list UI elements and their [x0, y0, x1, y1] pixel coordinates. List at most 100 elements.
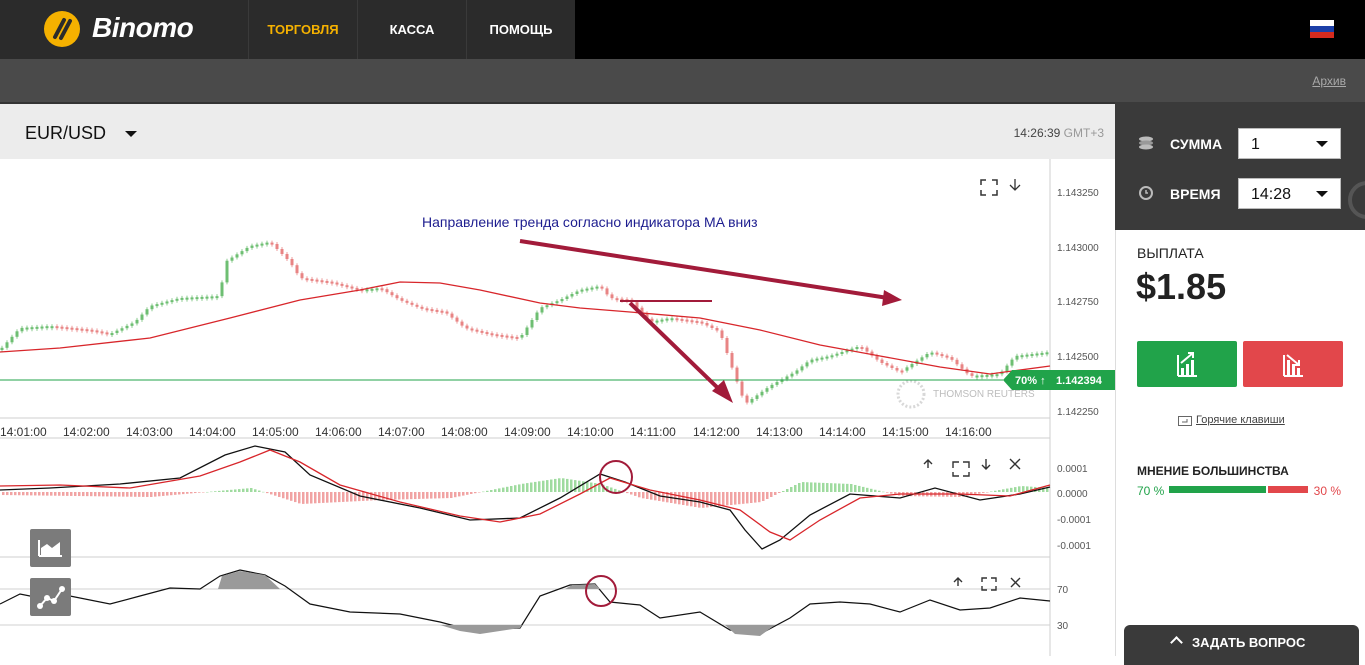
macd-bar — [470, 492, 473, 494]
macd-bar — [26, 492, 29, 496]
macd-bar — [638, 492, 641, 498]
amount-value: 1 — [1251, 136, 1260, 153]
macd-bar — [510, 486, 513, 492]
indicators-button[interactable] — [30, 578, 71, 616]
macd-bar — [822, 482, 825, 492]
macd-bar — [546, 480, 549, 492]
macd-bar — [78, 492, 81, 497]
close-icon[interactable] — [1010, 577, 1021, 588]
macd-bar — [222, 490, 225, 492]
time-tick: 14:06:00 — [315, 425, 362, 439]
nav-cashier[interactable]: КАССА — [357, 0, 466, 59]
time-tick: 14:15:00 — [882, 425, 929, 439]
expiry-time-select[interactable]: 14:28 — [1238, 178, 1341, 209]
macd-bar — [342, 492, 345, 502]
asset-pair-select[interactable]: EUR/USD — [25, 123, 106, 144]
chevron-down-icon[interactable] — [125, 131, 137, 137]
logo[interactable]: Binomo — [0, 0, 248, 59]
payout-label: ВЫПЛАТА — [1137, 245, 1204, 261]
price-chart[interactable]: 1.143250 1.143000 1.142750 1.142500 1.14… — [0, 159, 1115, 656]
macd-bar — [122, 492, 125, 497]
macd-bar — [226, 490, 229, 492]
macd-bar — [598, 483, 601, 492]
majority-up-bar — [1169, 486, 1266, 493]
russia-flag-icon[interactable] — [1310, 20, 1334, 38]
time-tick: 14:11:00 — [630, 425, 676, 439]
time-tick: 14:12:00 — [693, 425, 740, 439]
macd-bar — [454, 492, 457, 498]
macd-bar — [422, 492, 425, 499]
macd-bar — [402, 492, 405, 500]
fullscreen-icon[interactable] — [981, 577, 997, 591]
macd-bar — [442, 492, 445, 499]
macd-bar — [406, 492, 409, 500]
macd-bar — [190, 492, 193, 494]
macd-bar — [750, 492, 753, 503]
macd-bar — [806, 482, 809, 492]
trade-panel: ВЫПЛАТА $1.85 Горячие клавиши МНЕНИЕ БОЛ… — [1115, 230, 1365, 656]
arrow-up-icon[interactable] — [953, 577, 963, 586]
ask-question-button[interactable]: ЗАДАТЬ ВОПРОС — [1124, 625, 1359, 665]
arrow-up-icon[interactable] — [923, 459, 933, 468]
keyboard-icon — [1178, 416, 1192, 426]
macd-bar — [982, 492, 985, 493]
arrow-down-icon[interactable] — [1009, 179, 1021, 191]
macd-bar — [450, 492, 453, 498]
macd-bar — [1014, 487, 1017, 492]
amount-select[interactable]: 1 — [1238, 128, 1341, 159]
time-tick: 14:09:00 — [504, 425, 551, 439]
clock-time: 14:26:39 — [1013, 126, 1061, 140]
majority-down-bar — [1268, 486, 1308, 493]
macd-bar — [394, 492, 397, 500]
close-icon[interactable] — [1009, 458, 1021, 470]
macd-bar — [162, 492, 165, 496]
logo-icon — [44, 11, 80, 47]
macd-bar — [314, 492, 317, 504]
macd-bar — [498, 488, 501, 492]
macd-bar — [526, 483, 529, 492]
macd-bar — [110, 492, 113, 497]
macd-bar — [202, 492, 205, 493]
macd-bar — [566, 478, 569, 492]
macd-bar — [766, 492, 769, 499]
macd-bar — [874, 489, 877, 492]
top-bar: Binomo ТОРГОВЛЯ КАССА ПОМОЩЬ — [0, 0, 1365, 59]
arrow-down-icon[interactable] — [981, 459, 991, 470]
time-label: ВРЕМЯ — [1170, 186, 1221, 202]
server-clock: 14:26:39 GMT+3 — [1014, 126, 1104, 140]
macd-bar — [558, 478, 561, 492]
fullscreen-icon[interactable] — [952, 461, 970, 477]
fullscreen-icon[interactable] — [980, 179, 998, 196]
put-down-button[interactable] — [1243, 341, 1343, 387]
macd-bar — [170, 492, 173, 496]
macd-bar — [762, 492, 765, 501]
nav-help[interactable]: ПОМОЩЬ — [466, 0, 575, 59]
macd-bar — [398, 492, 401, 500]
macd-bar — [870, 488, 873, 492]
macd-bar — [814, 482, 817, 492]
nav-trading[interactable]: ТОРГОВЛЯ — [248, 0, 357, 59]
macd-bar — [438, 492, 441, 499]
macd-bar — [722, 492, 725, 506]
call-up-button[interactable] — [1137, 341, 1237, 387]
macd-bar — [254, 489, 257, 492]
macd-bar — [534, 481, 537, 492]
macd-bar — [230, 489, 233, 492]
macd-bar — [798, 483, 801, 492]
time-tick: 14:07:00 — [378, 425, 425, 439]
macd-bar — [62, 492, 65, 496]
macd-bar — [94, 492, 97, 497]
macd-bar — [502, 487, 505, 492]
chart-type-button[interactable] — [30, 529, 71, 567]
macd-bar — [862, 486, 865, 492]
macd-bar — [350, 492, 353, 502]
macd-bar — [802, 482, 805, 492]
macd-bar — [182, 492, 185, 495]
macd-bar — [158, 492, 161, 497]
macd-bar — [818, 482, 821, 492]
archive-link[interactable]: Архив — [1312, 74, 1346, 88]
hotkeys-link[interactable]: Горячие клавиши — [1196, 414, 1285, 426]
macd-bar — [322, 492, 325, 503]
time-tick: 14:03:00 — [126, 425, 173, 439]
macd-bar — [826, 483, 829, 492]
